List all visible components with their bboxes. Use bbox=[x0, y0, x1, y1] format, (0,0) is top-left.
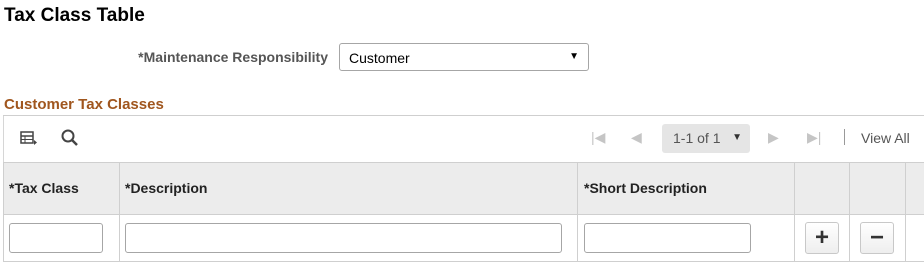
maintenance-selected-value: Customer bbox=[349, 50, 410, 66]
column-divider bbox=[577, 215, 578, 261]
maintenance-responsibility-select[interactable]: Customer ▼ bbox=[339, 43, 589, 71]
view-all-link[interactable]: View All bbox=[861, 130, 910, 146]
previous-page-icon[interactable]: ◀ bbox=[631, 129, 642, 146]
column-divider bbox=[3, 215, 4, 261]
column-divider bbox=[905, 163, 906, 214]
table-row: + − bbox=[3, 215, 924, 262]
customer-tax-classes-grid: |◀ ◀ 1-1 of 1 ▼ ▶ ▶| View All *Tax Class… bbox=[3, 115, 924, 262]
add-row-button[interactable]: + bbox=[805, 222, 839, 254]
column-divider bbox=[577, 163, 578, 214]
chevron-down-icon: ▼ bbox=[732, 132, 742, 143]
first-page-icon[interactable]: |◀ bbox=[591, 129, 605, 146]
short-description-input[interactable] bbox=[584, 223, 751, 253]
grid-toolbar: |◀ ◀ 1-1 of 1 ▼ ▶ ▶| View All bbox=[3, 116, 924, 162]
dropdown-arrow-icon: ▼ bbox=[569, 51, 579, 62]
search-icon[interactable] bbox=[60, 128, 80, 148]
page-title: Tax Class Table bbox=[4, 5, 145, 26]
pager-text: 1-1 of 1 bbox=[673, 130, 721, 146]
column-header-short-description[interactable]: *Short Description bbox=[584, 180, 707, 196]
column-divider bbox=[794, 215, 795, 261]
last-page-icon[interactable]: ▶| bbox=[807, 129, 821, 146]
column-header-tax-class[interactable]: *Tax Class bbox=[9, 180, 79, 196]
column-divider bbox=[849, 215, 850, 261]
next-page-icon[interactable]: ▶ bbox=[768, 129, 779, 146]
column-divider bbox=[794, 163, 795, 214]
column-divider bbox=[849, 163, 850, 214]
pager-select[interactable]: 1-1 of 1 ▼ bbox=[662, 124, 750, 153]
column-divider bbox=[3, 163, 4, 214]
column-header-description[interactable]: *Description bbox=[125, 180, 207, 196]
grid-header-row: *Tax Class *Description *Short Descripti… bbox=[3, 162, 924, 215]
tax-class-input[interactable] bbox=[9, 223, 103, 253]
maintenance-row: *Maintenance Responsibility Customer ▼ bbox=[0, 42, 924, 74]
grid-personalize-icon[interactable] bbox=[19, 128, 39, 148]
column-divider bbox=[905, 215, 906, 261]
toolbar-separator bbox=[844, 129, 845, 145]
description-input[interactable] bbox=[125, 223, 562, 253]
column-divider bbox=[119, 215, 120, 261]
column-divider bbox=[119, 163, 120, 214]
maintenance-responsibility-label: *Maintenance Responsibility bbox=[138, 49, 328, 65]
delete-row-button[interactable]: − bbox=[860, 222, 894, 254]
grid-title: Customer Tax Classes bbox=[4, 96, 164, 113]
